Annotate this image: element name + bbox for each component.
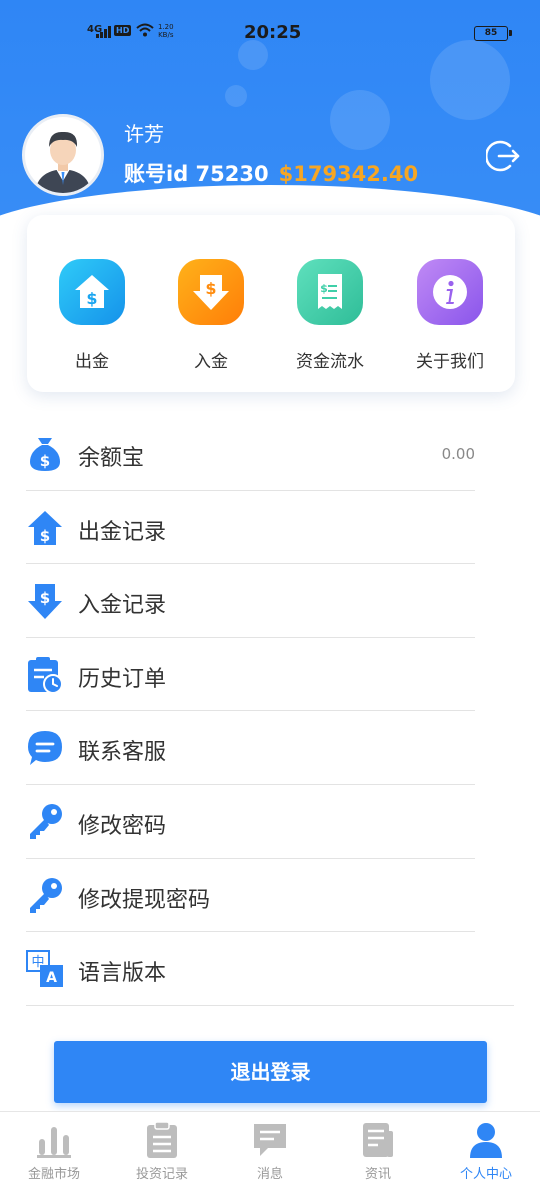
quick-action-withdraw[interactable]: $ 出金	[37, 259, 147, 372]
tab-market[interactable]: 金融市场	[0, 1112, 108, 1188]
menu-list: $ 余额宝 0.00 $ 出金记录 $ 入金记录 历史订单 联系客服 修改密码 …	[0, 417, 540, 1006]
menu-item-change-withdraw-password[interactable]: 修改提现密码	[0, 859, 540, 933]
svg-text:$: $	[40, 452, 50, 470]
username: 许芳	[124, 122, 164, 146]
news-icon	[359, 1121, 397, 1159]
account-id: 账号id 75230	[124, 162, 269, 186]
info-icon	[417, 259, 483, 325]
deposit-record-icon: $	[26, 582, 64, 620]
network-speed: 1.20 KB/s	[158, 23, 174, 39]
quick-action-deposit[interactable]: $ 入金	[156, 259, 266, 372]
yuebao-balance: 0.00	[441, 445, 475, 463]
menu-item-label: 入金记录	[78, 593, 167, 619]
chat-bubble-icon	[26, 729, 64, 767]
menu-item-change-password[interactable]: 修改密码	[0, 785, 540, 859]
message-icon	[251, 1121, 289, 1159]
menu-item-label: 出金记录	[78, 519, 167, 545]
account-balance: $179342.40	[278, 162, 419, 186]
svg-text:A: A	[46, 970, 57, 986]
avatar[interactable]	[22, 114, 104, 196]
hd-badge: HD	[114, 25, 132, 36]
clock: 20:25	[244, 22, 302, 43]
signal-icon	[96, 26, 112, 38]
quick-action-about[interactable]: 关于我们	[395, 259, 505, 372]
key-icon	[26, 877, 64, 915]
tab-messages[interactable]: 消息	[216, 1112, 324, 1188]
tab-label: 投资记录	[135, 1167, 188, 1182]
quick-action-label: 关于我们	[416, 352, 484, 372]
account-info: 账号id 75230 $179342.40	[124, 158, 418, 188]
tab-label: 个人中心	[459, 1167, 512, 1182]
tab-news[interactable]: 资讯	[324, 1112, 432, 1188]
history-order-icon	[26, 656, 64, 694]
tab-label: 金融市场	[27, 1167, 80, 1182]
logout-button[interactable]: 退出登录	[54, 1041, 487, 1103]
battery-icon: 85	[474, 26, 512, 41]
quick-action-cashflow[interactable]: $ 资金流水	[275, 259, 385, 372]
menu-item-label: 联系客服	[78, 740, 167, 766]
bottom-tab-bar: 金融市场 投资记录 消息 资讯 个人中心	[0, 1111, 540, 1188]
menu-item-history-orders[interactable]: 历史订单	[0, 638, 540, 712]
language-icon: 中A	[26, 950, 64, 988]
status-bar: 4G HD 1.20 KB/s 20:25 85	[0, 20, 540, 46]
bar-chart-icon	[35, 1121, 73, 1159]
deposit-arrow-icon: $	[178, 259, 244, 325]
menu-item-label: 修改密码	[78, 813, 167, 839]
menu-item-yuebao[interactable]: $ 余额宝 0.00	[0, 417, 540, 491]
svg-text:$: $	[320, 282, 328, 295]
menu-item-label: 语言版本	[78, 961, 167, 987]
tab-label: 消息	[256, 1167, 283, 1182]
logout-icon[interactable]	[484, 138, 522, 174]
quick-actions-card: $ 出金 $ 入金 $ 资金流水 关于我们	[27, 215, 515, 392]
person-icon	[467, 1121, 505, 1159]
tab-profile[interactable]: 个人中心	[432, 1112, 540, 1188]
svg-text:$: $	[86, 289, 97, 308]
divider	[26, 1004, 514, 1006]
menu-item-customer-service[interactable]: 联系客服	[0, 711, 540, 785]
menu-item-withdraw-record[interactable]: $ 出金记录	[0, 491, 540, 565]
withdraw-record-icon: $	[26, 509, 64, 547]
withdraw-house-icon: $	[59, 259, 125, 325]
menu-item-deposit-record[interactable]: $ 入金记录	[0, 564, 540, 638]
menu-item-label: 余额宝	[78, 446, 145, 471]
quick-action-label: 资金流水	[296, 352, 364, 372]
menu-item-label: 修改提现密码	[78, 887, 211, 913]
quick-action-label: 出金	[75, 352, 109, 372]
key-icon	[26, 803, 64, 841]
tab-investment-records[interactable]: 投资记录	[108, 1112, 216, 1188]
quick-action-label: 入金	[194, 352, 228, 372]
receipt-icon: $	[297, 259, 363, 325]
tab-label: 资讯	[364, 1167, 391, 1182]
svg-text:$: $	[40, 589, 50, 607]
svg-text:$: $	[40, 527, 50, 545]
menu-item-language[interactable]: 中A 语言版本	[0, 932, 540, 1006]
money-bag-icon: $	[26, 435, 64, 473]
clipboard-icon	[143, 1121, 181, 1159]
svg-text:$: $	[205, 279, 216, 298]
wifi-icon	[136, 23, 154, 41]
menu-item-label: 历史订单	[78, 666, 167, 692]
